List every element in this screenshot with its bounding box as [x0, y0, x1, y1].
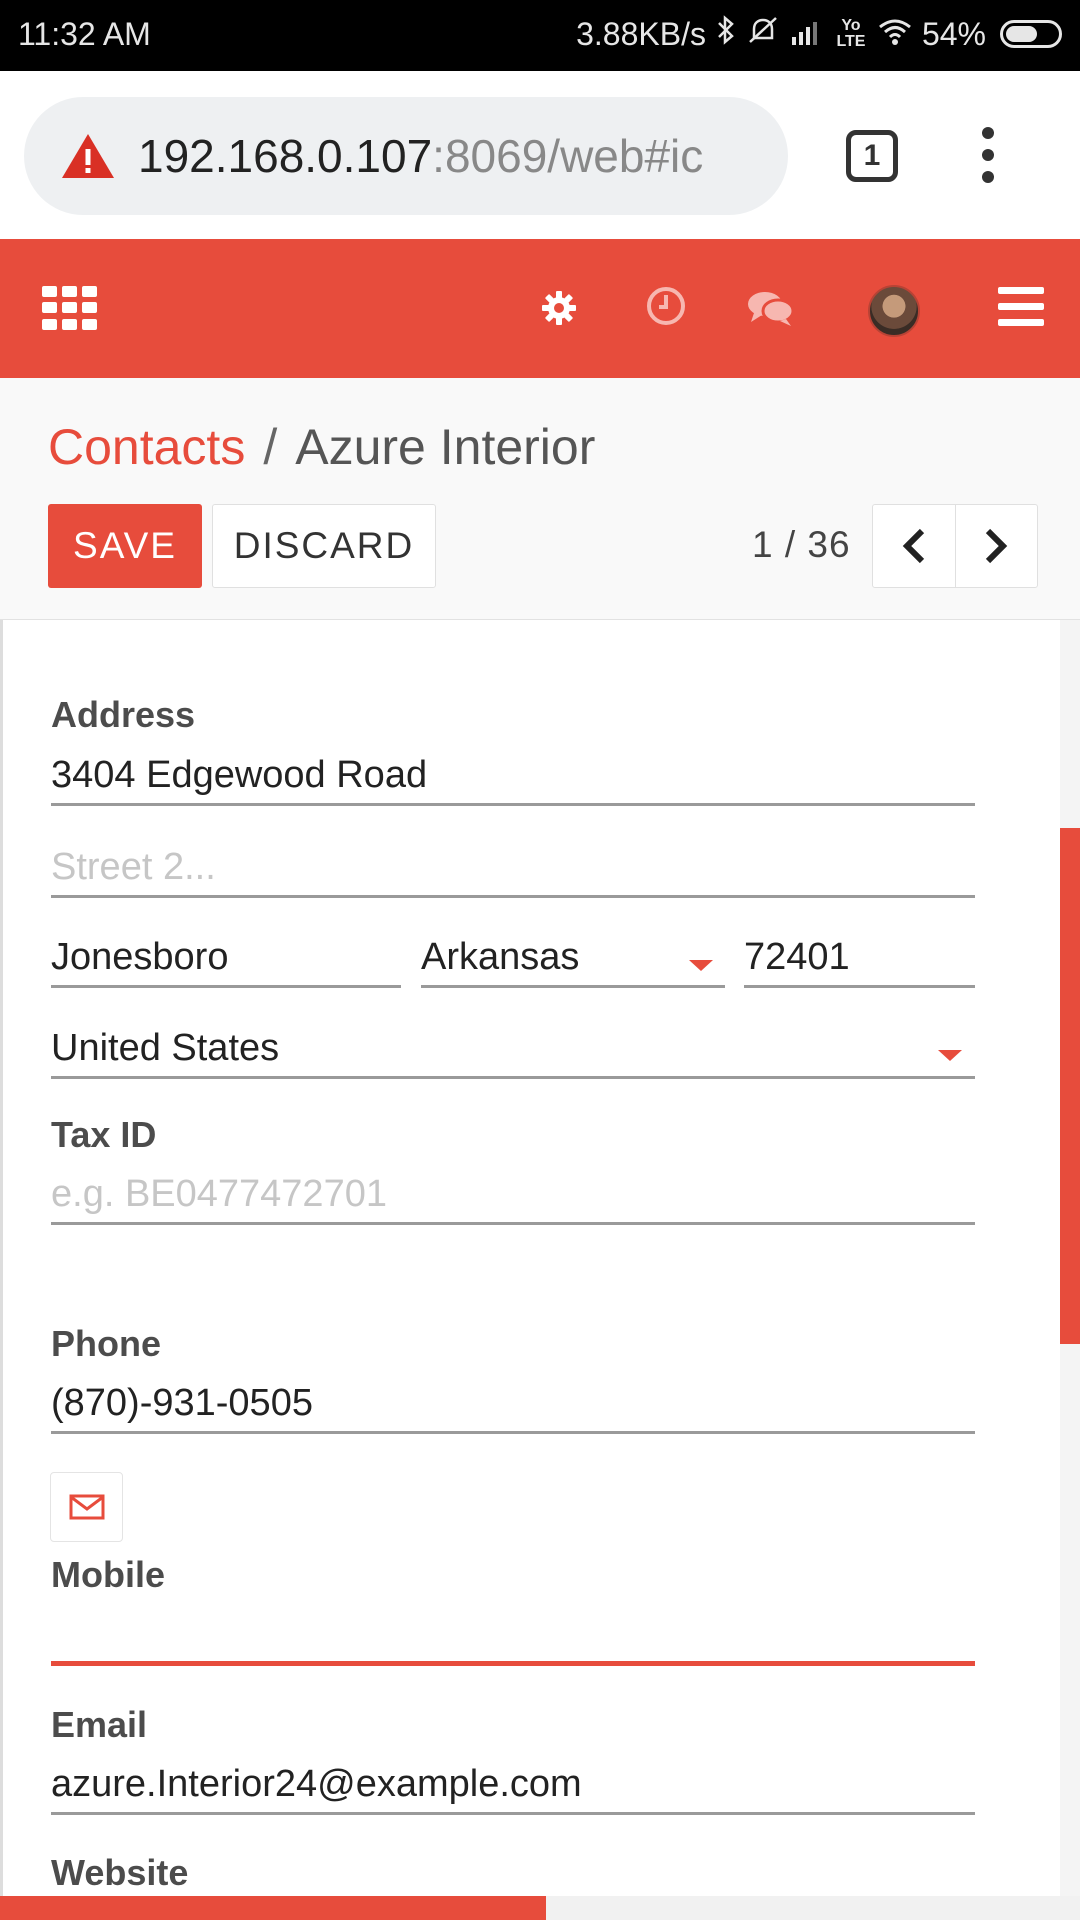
- zip-field[interactable]: 72401: [744, 930, 975, 988]
- volte-icon: Yo LTE: [836, 17, 866, 50]
- address-bar[interactable]: 192.168.0.107:8069/web#ic: [24, 97, 788, 215]
- breadcrumb-contacts-link[interactable]: Contacts: [48, 419, 245, 475]
- status-time: 11:32 AM: [18, 16, 151, 52]
- email-field[interactable]: azure.Interior24@example.com: [51, 1757, 975, 1815]
- email-label: Email: [51, 1704, 148, 1745]
- country-select[interactable]: United States: [51, 1021, 975, 1079]
- settings-gear-icon[interactable]: [540, 289, 578, 327]
- phone-field[interactable]: (870)-931-0505: [51, 1376, 975, 1434]
- breadcrumb-separator: /: [263, 419, 278, 475]
- country-dropdown-caret-icon[interactable]: [938, 1050, 962, 1061]
- bluetooth-icon: [716, 14, 736, 54]
- pager-buttons: [872, 504, 1038, 588]
- send-sms-button[interactable]: [50, 1472, 123, 1542]
- mute-bell-icon: [746, 14, 780, 54]
- envelope-icon: [69, 1494, 104, 1520]
- apps-grid-icon[interactable]: [42, 286, 97, 330]
- breadcrumb: Contacts / Azure Interior: [48, 418, 595, 476]
- street-field[interactable]: 3404 Edgewood Road: [51, 748, 975, 806]
- battery-percent: 54%: [921, 15, 986, 52]
- url-path: :8069/web#ic: [432, 130, 704, 182]
- state-select[interactable]: Arkansas: [421, 930, 725, 988]
- battery-icon: [1000, 20, 1062, 48]
- scrollbar[interactable]: [1060, 828, 1080, 1344]
- loading-progress-bar: [0, 1896, 546, 1920]
- city-field[interactable]: Jonesboro: [51, 930, 401, 988]
- wifi-icon: [878, 16, 912, 53]
- breadcrumb-current: Azure Interior: [295, 419, 596, 475]
- browser-toolbar: 192.168.0.107:8069/web#ic 1: [0, 71, 1080, 239]
- activity-clock-icon[interactable]: [645, 285, 687, 327]
- chevron-right-icon: [986, 528, 1008, 564]
- mobile-label: Mobile: [51, 1554, 165, 1595]
- pager-previous-button[interactable]: [873, 505, 955, 587]
- phone-label: Phone: [51, 1323, 162, 1364]
- discard-button[interactable]: DISCARD: [212, 504, 436, 588]
- street2-field[interactable]: Street 2...: [51, 840, 975, 898]
- mobile-field[interactable]: [51, 1608, 975, 1666]
- save-button[interactable]: SAVE: [48, 504, 202, 588]
- tab-switcher-button[interactable]: 1: [846, 130, 898, 182]
- discuss-chat-icon[interactable]: [746, 289, 796, 327]
- tax-id-field[interactable]: e.g. BE0477472701: [51, 1167, 975, 1225]
- hamburger-menu-icon[interactable]: [998, 287, 1044, 327]
- website-label: Website: [51, 1852, 189, 1893]
- status-icons: 3.88KB/s Yo LTE 54%: [576, 14, 1062, 54]
- browser-menu-icon[interactable]: [978, 127, 998, 187]
- url-host: 192.168.0.107: [138, 130, 433, 182]
- network-speed: 3.88KB/s: [576, 15, 706, 52]
- user-avatar[interactable]: [868, 285, 920, 337]
- warning-icon: [62, 134, 114, 178]
- control-panel: Contacts / Azure Interior SAVE DISCARD 1 /…: [0, 378, 1080, 620]
- form-sheet: [0, 620, 1060, 1920]
- status-bar: 11:32 AM 3.88KB/s Yo LTE 54%: [0, 0, 1080, 71]
- state-dropdown-caret-icon[interactable]: [689, 960, 713, 971]
- signal-icon: [790, 16, 824, 53]
- chevron-left-icon: [902, 528, 924, 564]
- tax-id-label: Tax ID: [51, 1114, 157, 1155]
- app-navbar: [0, 239, 1080, 378]
- pager-next-button[interactable]: [954, 505, 1038, 587]
- pager-value[interactable]: 1 / 36: [752, 524, 851, 566]
- address-label: Address: [51, 694, 196, 735]
